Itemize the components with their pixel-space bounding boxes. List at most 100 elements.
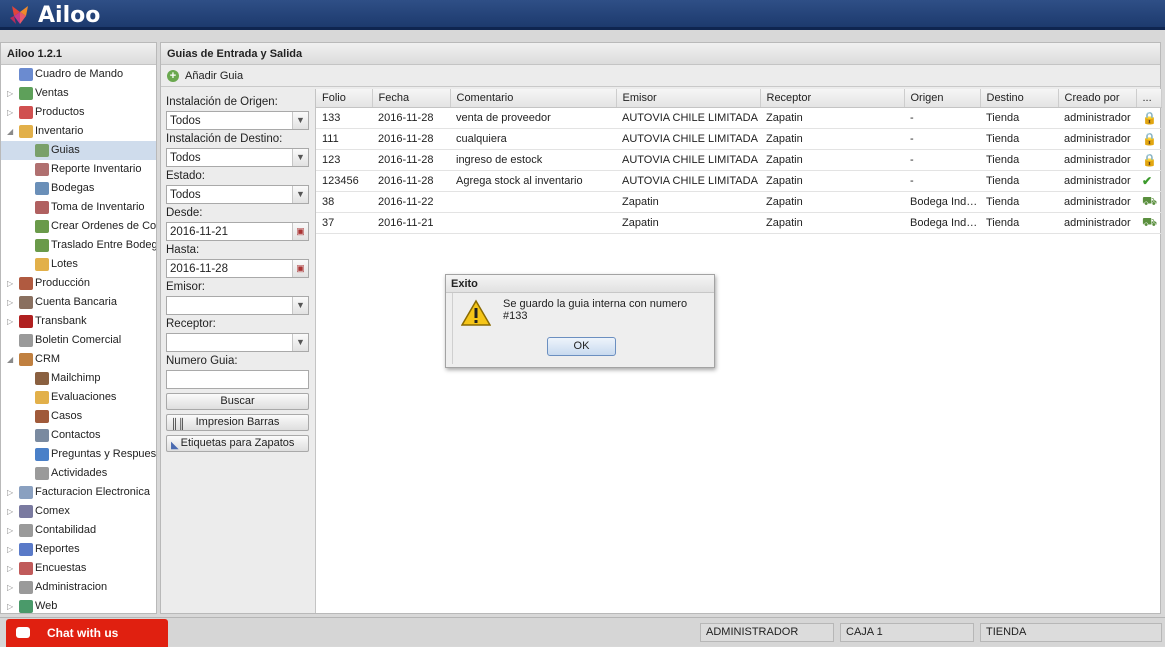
col-creado-por[interactable]: Creado por — [1058, 89, 1137, 108]
sidebar-item[interactable]: ▷ Ventas — [1, 84, 156, 103]
sidebar-item[interactable]: ◢ CRM — [1, 350, 156, 369]
collapsed-arrow-icon[interactable]: ▷ — [7, 84, 13, 103]
cell-status[interactable]: ✔ — [1136, 170, 1161, 192]
col-emisor[interactable]: Emisor — [616, 89, 761, 108]
sidebar-item[interactable]: Reporte Inventario — [1, 160, 156, 179]
guias-grid: Folio Fecha Comentario Emisor Receptor O… — [315, 89, 1162, 613]
collapsed-arrow-icon[interactable]: ▷ — [7, 483, 13, 502]
sidebar-item[interactable]: ▷ Reportes — [1, 540, 156, 559]
sidebar-item[interactable]: Guias — [1, 141, 156, 160]
sidebar-item[interactable]: Mailchimp — [1, 369, 156, 388]
collapsed-arrow-icon[interactable]: ▷ — [7, 312, 13, 331]
destino-select[interactable]: Todos ▼ — [166, 148, 309, 167]
cell-receptor: Zapatin — [760, 149, 904, 171]
cell-comentario — [450, 191, 616, 213]
add-guia-button[interactable]: + Añadir Guia — [167, 65, 243, 87]
buscar-button[interactable]: Buscar — [166, 393, 309, 410]
chat-with-us-button[interactable]: Chat with us — [6, 619, 168, 647]
sidebar-item[interactable]: Bodegas — [1, 179, 156, 198]
collapsed-arrow-icon[interactable]: ▷ — [7, 103, 13, 122]
sidebar-item[interactable]: ▷ Encuestas — [1, 559, 156, 578]
sidebar-item[interactable]: ▷ Cuenta Bancaria — [1, 293, 156, 312]
sidebar-item[interactable]: ▷ Transbank — [1, 312, 156, 331]
cell-receptor: Zapatin — [760, 212, 904, 234]
ailoo-logo[interactable]: Ailoo — [8, 3, 100, 28]
cell-status[interactable]: 🔒 — [1136, 128, 1161, 150]
check-icon[interactable]: ✔ — [1142, 174, 1152, 188]
collapsed-arrow-icon[interactable]: ▷ — [7, 502, 13, 521]
col-origen[interactable]: Origen — [904, 89, 981, 108]
hasta-value: 2016-11-28 — [170, 263, 228, 275]
destino-label: Instalación de Destino: — [166, 133, 283, 145]
hasta-date-field[interactable]: 2016-11-28 ▣ — [166, 259, 309, 278]
expanded-arrow-icon[interactable]: ◢ — [7, 122, 13, 141]
sidebar-item[interactable]: ◢ Inventario — [1, 122, 156, 141]
sidebar-item[interactable]: ▷ Producción — [1, 274, 156, 293]
cell-destino: Tienda — [980, 212, 1058, 234]
sidebar-item[interactable]: Casos — [1, 407, 156, 426]
sidebar-item[interactable]: ▷ Administracion — [1, 578, 156, 597]
expanded-arrow-icon[interactable]: ◢ — [7, 350, 13, 369]
cell-status[interactable]: 🔒 — [1136, 149, 1161, 171]
sidebar-item[interactable]: Lotes — [1, 255, 156, 274]
cell-status[interactable]: ⛟ — [1136, 191, 1161, 213]
lock-icon[interactable]: 🔒 — [1142, 111, 1157, 125]
table-row[interactable]: 372016-11-21ZapatinZapatinBodega Indep…T… — [316, 212, 1161, 234]
sidebar-item[interactable]: Preguntas y Respuestas — [1, 445, 156, 464]
collapsed-arrow-icon[interactable]: ▷ — [7, 521, 13, 540]
lock-icon[interactable]: 🔒 — [1142, 132, 1157, 146]
impresion-barras-button[interactable]: ║║ Impresion Barras — [166, 414, 309, 431]
truck-icon[interactable]: ⛟ — [1142, 215, 1157, 231]
etiquetas-zapatos-button[interactable]: ◣ Etiquetas para Zapatos — [166, 435, 309, 452]
sidebar-item[interactable]: Actividades — [1, 464, 156, 483]
sidebar-item[interactable]: Boletin Comercial — [1, 331, 156, 350]
calendar-icon[interactable]: ▣ — [292, 223, 308, 240]
desde-date-field[interactable]: 2016-11-21 ▣ — [166, 222, 309, 241]
col-receptor[interactable]: Receptor — [760, 89, 905, 108]
estado-select[interactable]: Todos ▼ — [166, 185, 309, 204]
table-row[interactable]: 111 2016-11-28 cualquiera AUTOVIA CHILE LIM… — [316, 128, 1161, 150]
sidebar-item[interactable]: ▷ Web — [1, 597, 156, 616]
sidebar-item[interactable]: ▷ Productos — [1, 103, 156, 122]
col-comentario[interactable]: Comentario — [450, 89, 617, 108]
lock-icon[interactable]: 🔒 — [1142, 153, 1157, 167]
collapsed-arrow-icon[interactable]: ▷ — [7, 540, 13, 559]
warning-icon — [461, 299, 491, 326]
table-row[interactable]: 123 2016-11-28 ingreso de estock AUTOVIA CH… — [316, 149, 1161, 171]
sidebar-item[interactable]: ▷ Facturacion Electronica — [1, 483, 156, 502]
collapsed-arrow-icon[interactable]: ▷ — [7, 597, 13, 616]
collapsed-arrow-icon[interactable]: ▷ — [7, 578, 13, 597]
col-fecha[interactable]: Fecha — [372, 89, 451, 108]
cell-origen: - — [904, 170, 980, 192]
sidebar-item[interactable]: Toma de Inventario — [1, 198, 156, 217]
sidebar: Ailoo 1.2.1 Cuadro de Mando ▷ Ventas ▷ Produ… — [0, 42, 157, 614]
numero-guia-input[interactable] — [166, 370, 309, 389]
sidebar-item[interactable]: ▷ Comex — [1, 502, 156, 521]
sidebar-item-label: Mailchimp — [51, 372, 101, 384]
table-row[interactable]: 123456 2016-11-28 Agrega stock al inventar… — [316, 170, 1161, 192]
sidebar-item[interactable]: Contactos — [1, 426, 156, 445]
col-folio[interactable]: Folio — [316, 89, 373, 108]
cell-receptor: Zapatin — [760, 170, 904, 192]
truck-icon[interactable]: ⛟ — [1142, 194, 1157, 210]
sidebar-item[interactable]: Crear Ordenes de Compra — [1, 217, 156, 236]
collapsed-arrow-icon[interactable]: ▷ — [7, 559, 13, 578]
emisor-select[interactable]: ▼ — [166, 296, 309, 315]
collapsed-arrow-icon[interactable]: ▷ — [7, 293, 13, 312]
cell-emisor: AUTOVIA CHILE LIMITADA — [616, 107, 760, 129]
table-row[interactable]: 133 2016-11-28 venta de proveedor AUTOVIA C… — [316, 107, 1161, 129]
sidebar-item[interactable]: Cuadro de Mando — [1, 65, 156, 84]
cell-status[interactable]: 🔒 — [1136, 107, 1161, 129]
receptor-select[interactable]: ▼ — [166, 333, 309, 352]
origen-select[interactable]: Todos ▼ — [166, 111, 309, 130]
ok-button[interactable]: OK — [547, 337, 616, 356]
sidebar-item[interactable]: Evaluaciones — [1, 388, 156, 407]
col-status[interactable]: ... — [1136, 89, 1162, 108]
cell-status[interactable]: ⛟ — [1136, 212, 1161, 234]
calendar-icon[interactable]: ▣ — [292, 260, 308, 277]
table-row[interactable]: 382016-11-22ZapatinZapatinBodega Indep…T… — [316, 191, 1161, 213]
col-destino[interactable]: Destino — [980, 89, 1059, 108]
sidebar-item[interactable]: Traslado Entre Bodegas — [1, 236, 156, 255]
sidebar-item[interactable]: ▷ Contabilidad — [1, 521, 156, 540]
collapsed-arrow-icon[interactable]: ▷ — [7, 274, 13, 293]
